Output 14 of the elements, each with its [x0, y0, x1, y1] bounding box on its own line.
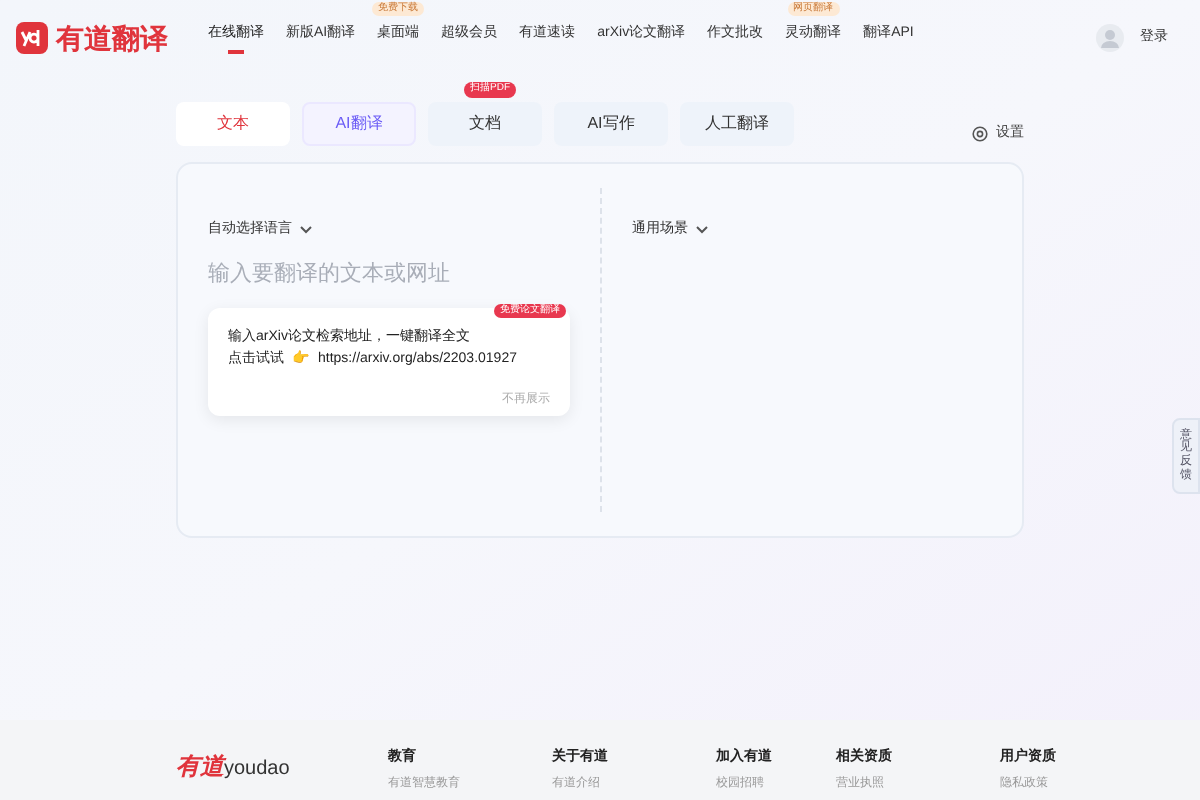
mode-tab[interactable]: 人工翻译 [680, 102, 794, 146]
mode-tab[interactable]: AI写作 [554, 102, 668, 146]
source-input[interactable]: 输入要翻译的文本或网址 [208, 257, 568, 290]
settings-icon [972, 125, 988, 142]
avatar-icon [1096, 24, 1124, 52]
caret-icon [696, 226, 708, 235]
caret-icon [300, 226, 312, 235]
footer-logo-word: youdao [224, 758, 290, 784]
mode-tab[interactable]: 文档 [428, 102, 542, 146]
footer-logo-text: 有道 [176, 750, 224, 784]
mode-tab[interactable]: 文本 [176, 102, 290, 146]
mode-tab[interactable]: AI翻译 [302, 102, 416, 146]
logo-text: 有道翻译 [56, 19, 168, 57]
logo-icon [16, 22, 48, 54]
